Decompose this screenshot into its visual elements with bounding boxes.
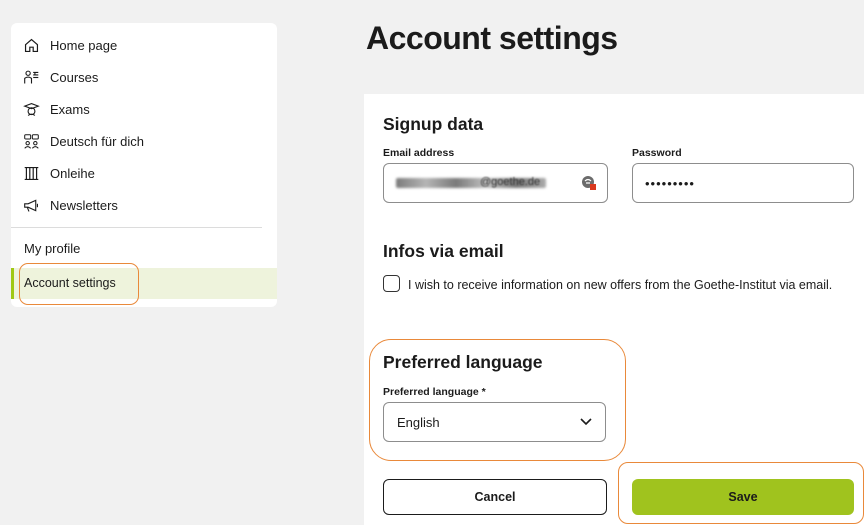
sidebar-item-newsletters[interactable]: Newsletters (22, 195, 118, 215)
infos-section-title: Infos via email (383, 241, 504, 261)
password-value: ••••••••• (645, 176, 695, 191)
sidebar-item-label: Newsletters (50, 197, 118, 213)
newsletter-checkbox-label: I wish to receive information on new off… (408, 278, 833, 292)
newsletter-checkbox[interactable] (383, 275, 400, 292)
signup-section-title: Signup data (383, 114, 484, 134)
sidebar-divider (11, 227, 262, 228)
email-field[interactable]: @goethe.de (383, 163, 608, 203)
language-select-value: English (397, 415, 440, 430)
sidebar-item-label: Courses (50, 69, 99, 85)
sidebar-item-deutsch-fuer-dich[interactable]: Deutsch für dich (22, 131, 144, 151)
courses-icon (22, 68, 40, 86)
sidebar-item-label: Exams (50, 101, 90, 117)
sidebar-item-onleihe[interactable]: Onleihe (22, 163, 95, 183)
sidebar-item-label: Deutsch für dich (50, 133, 144, 149)
sidebar-item-exams[interactable]: Exams (22, 99, 90, 119)
highlight-ring-account-settings (19, 263, 139, 305)
chevron-down-icon (580, 418, 592, 426)
password-label: Password (632, 147, 682, 159)
sidebar-item-my-profile[interactable]: My profile (24, 241, 80, 256)
megaphone-icon (22, 196, 40, 214)
home-icon (22, 36, 40, 54)
email-label: Email address (383, 147, 455, 159)
password-field[interactable]: ••••••••• (632, 163, 854, 203)
password-manager-icon[interactable] (581, 175, 597, 191)
sidebar-item-label: Home page (50, 37, 118, 53)
cancel-button[interactable]: Cancel (383, 479, 607, 515)
language-select[interactable]: English (383, 402, 606, 442)
sidebar-item-label: Onleihe (50, 165, 95, 181)
community-icon (22, 132, 40, 150)
sidebar-item-courses[interactable]: Courses (22, 67, 98, 87)
language-section-title: Preferred language (383, 352, 543, 372)
language-label: Preferred language * (383, 386, 486, 398)
library-icon (22, 164, 40, 182)
sidebar-item-home[interactable]: Home page (22, 35, 117, 55)
exams-icon (22, 100, 40, 118)
page-title: Account settings (366, 20, 618, 56)
highlight-ring-save (618, 462, 864, 524)
email-domain: @goethe.de (480, 176, 541, 188)
